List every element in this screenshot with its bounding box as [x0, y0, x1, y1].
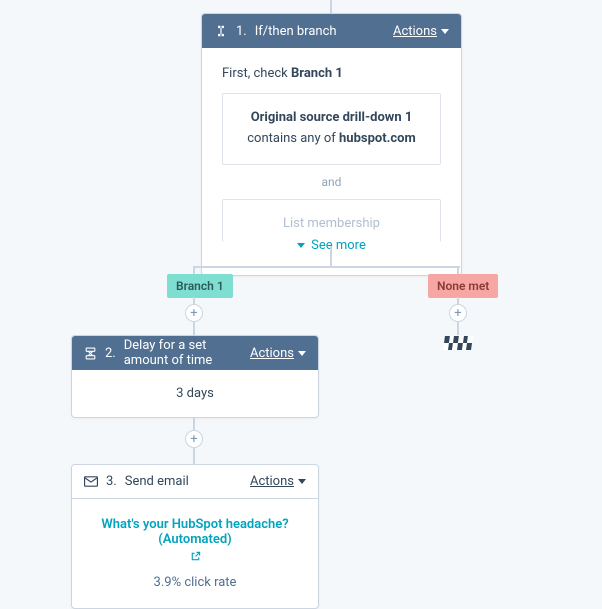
first-check-branch: Branch 1 [291, 66, 343, 81]
step-header: 3. Send email Actions [72, 465, 318, 499]
step-title: If/then branch [255, 24, 337, 39]
actions-dropdown[interactable]: Actions [250, 346, 306, 361]
cond1-op: contains any of [247, 131, 339, 146]
first-check-prefix: First, check [222, 66, 291, 81]
step-number: 3. [106, 474, 117, 489]
and-separator: and [222, 165, 441, 199]
chevron-down-icon [297, 243, 305, 248]
cond1-value: hubspot.com [339, 131, 416, 146]
email-link[interactable]: What's your HubSpot headache? (Automated… [86, 517, 304, 565]
step-if-then-branch[interactable]: 1. If/then branch Actions First, check B… [201, 13, 462, 276]
step-body: 3 days [72, 370, 318, 417]
actions-label: Actions [250, 346, 294, 361]
external-link-icon [190, 551, 201, 565]
step-title: Send email [125, 474, 189, 489]
actions-dropdown[interactable]: Actions [250, 474, 306, 489]
connector [330, 246, 332, 266]
mail-icon [84, 476, 98, 487]
first-check: First, check Branch 1 [222, 66, 441, 81]
cond1-property: Original source drill-down 1 [251, 110, 413, 125]
step-header: 2. Delay for a set amount of time Action… [72, 336, 318, 370]
condition-1[interactable]: Original source drill-down 1 contains an… [222, 93, 441, 165]
see-more-label: See more [311, 238, 366, 253]
branch-label-branch1[interactable]: Branch 1 [167, 274, 233, 298]
step-body: First, check Branch 1 Original source dr… [202, 48, 461, 275]
click-rate: 3.9% click rate [86, 575, 304, 590]
step-body: What's your HubSpot headache? (Automated… [72, 499, 318, 608]
step-number: 1. [236, 24, 247, 39]
connector [330, 0, 332, 13]
add-step-button[interactable]: + [185, 304, 203, 322]
delay-value: 3 days [176, 386, 214, 401]
actions-label: Actions [250, 474, 294, 489]
branch-icon [214, 24, 228, 38]
step-delay[interactable]: 2. Delay for a set amount of time Action… [71, 335, 319, 418]
cond2-label: List membership [283, 216, 380, 231]
connector [194, 266, 460, 268]
actions-label: Actions [393, 24, 437, 39]
add-step-button[interactable]: + [185, 430, 203, 448]
actions-dropdown[interactable]: Actions [393, 24, 449, 39]
chevron-down-icon [298, 479, 306, 484]
email-name: What's your HubSpot headache? (Automated… [86, 517, 304, 547]
step-title: Delay for a set amount of time [124, 338, 250, 368]
chevron-down-icon [298, 351, 306, 356]
workflow-canvas: 1. If/then branch Actions First, check B… [0, 0, 602, 585]
step-send-email[interactable]: 3. Send email Actions What's your HubSpo… [71, 464, 319, 609]
step-number: 2. [105, 346, 116, 361]
add-step-button[interactable]: + [449, 304, 467, 322]
step-header: 1. If/then branch Actions [202, 14, 461, 48]
clock-icon [84, 347, 97, 360]
branch-label-none-met[interactable]: None met [428, 274, 498, 298]
end-flag-icon [443, 336, 473, 350]
chevron-down-icon [441, 29, 449, 34]
